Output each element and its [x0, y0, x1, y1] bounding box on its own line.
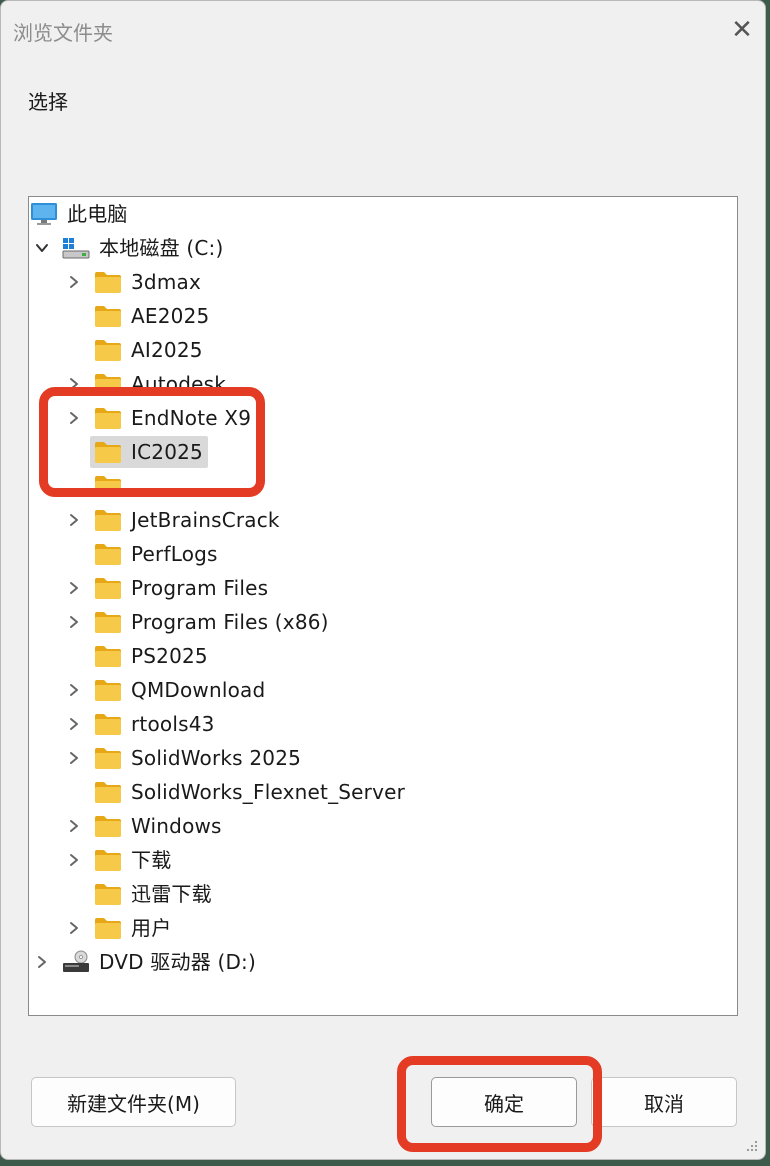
tree-item-label: 本地磁盘 (C:)	[99, 236, 224, 260]
folder-icon	[94, 406, 122, 430]
tree-item-label: DVD 驱动器 (D:)	[99, 950, 256, 974]
tree-item-label: QMDownload	[131, 678, 266, 702]
tree-item-label: 用户	[131, 916, 172, 940]
tree-item-folder[interactable]: SolidWorks_Flexnet_Server	[29, 775, 737, 809]
tree-item-label: PerfLogs	[131, 542, 218, 566]
chevron-right-icon[interactable]	[62, 809, 86, 843]
resize-grip-icon[interactable]	[745, 1139, 759, 1153]
chevron-right-icon[interactable]	[62, 503, 86, 537]
chevron-right-icon[interactable]	[62, 571, 86, 605]
tree-item-folder[interactable]	[29, 469, 737, 503]
tree-item-folder[interactable]: SolidWorks 2025	[29, 741, 737, 775]
tree-item-folder[interactable]: 用户	[29, 911, 737, 945]
tree-item-folder[interactable]: AI2025	[29, 333, 737, 367]
computer-icon	[30, 202, 58, 226]
dvd-drive-icon	[62, 950, 90, 974]
ok-button[interactable]: 确定	[431, 1077, 577, 1127]
tree-item-folder[interactable]: Program Files	[29, 571, 737, 605]
tree-item-folder[interactable]: 迅雷下载	[29, 877, 737, 911]
folder-icon	[94, 610, 122, 634]
chevron-down-icon[interactable]	[30, 231, 54, 265]
folder-icon	[94, 304, 122, 328]
folder-icon	[94, 814, 122, 838]
tree-item-label: Program Files (x86)	[131, 610, 329, 634]
tree-item-label: 3dmax	[131, 270, 201, 294]
chevron-right-icon[interactable]	[62, 911, 86, 945]
browse-folder-dialog: 浏览文件夹 ✕ 选择 此电脑本地磁盘 (C:) 3dmax AE2025 AI2025…	[0, 0, 766, 1160]
close-icon[interactable]: ✕	[725, 13, 759, 47]
folder-icon	[94, 644, 122, 668]
chevron-right-icon[interactable]	[62, 401, 86, 435]
tree-item-folder[interactable]: PS2025	[29, 639, 737, 673]
folder-icon	[94, 474, 122, 498]
tree-item-folder[interactable]: Program Files (x86)	[29, 605, 737, 639]
folder-icon	[94, 848, 122, 872]
chevron-right-icon[interactable]	[62, 741, 86, 775]
tree-item-drive-d[interactable]: DVD 驱动器 (D:)	[29, 945, 737, 979]
chevron-right-icon[interactable]	[62, 605, 86, 639]
tree-item-folder[interactable]: 下载	[29, 843, 737, 877]
tree-item-folder[interactable]: AE2025	[29, 299, 737, 333]
new-folder-button[interactable]: 新建文件夹(M)	[31, 1077, 236, 1127]
tree-item-folder[interactable]: IC2025	[29, 435, 737, 469]
tree-item-folder[interactable]: QMDownload	[29, 673, 737, 707]
cancel-button[interactable]: 取消	[591, 1077, 737, 1127]
tree-item-label: AE2025	[131, 304, 210, 328]
tree-item-this-pc[interactable]: 此电脑	[29, 197, 737, 231]
tree-item-label: rtools43	[131, 712, 215, 736]
tree-item-label: SolidWorks 2025	[131, 746, 302, 770]
tree-item-label: Autodesk	[131, 372, 227, 396]
tree-item-label: JetBrainsCrack	[131, 508, 280, 532]
folder-icon	[94, 678, 122, 702]
tree-item-folder[interactable]: EndNote X9	[29, 401, 737, 435]
folder-icon	[94, 508, 122, 532]
tree-item-drive-c[interactable]: 本地磁盘 (C:)	[29, 231, 737, 265]
tree-item-label: Program Files	[131, 576, 269, 600]
folder-icon	[94, 372, 122, 396]
tree-item-label: SolidWorks_Flexnet_Server	[131, 780, 406, 804]
tree-item-label: IC2025	[131, 440, 203, 464]
tree-item-folder[interactable]: JetBrainsCrack	[29, 503, 737, 537]
chevron-right-icon[interactable]	[30, 945, 54, 979]
folder-tree[interactable]: 此电脑本地磁盘 (C:) 3dmax AE2025 AI2025 Autodesk End…	[28, 196, 738, 1016]
folder-icon	[94, 542, 122, 566]
folder-icon	[94, 712, 122, 736]
tree-item-label: 迅雷下载	[131, 882, 212, 906]
folder-icon	[94, 338, 122, 362]
tree-item-label: 下载	[131, 848, 172, 872]
prompt-label: 选择	[28, 90, 68, 114]
folder-icon	[94, 270, 122, 294]
window-title: 浏览文件夹	[13, 21, 113, 45]
folder-icon	[94, 882, 122, 906]
tree-item-label: 此电脑	[67, 202, 128, 226]
folder-icon	[94, 576, 122, 600]
chevron-right-icon[interactable]	[62, 707, 86, 741]
chevron-right-icon[interactable]	[62, 367, 86, 401]
chevron-right-icon[interactable]	[62, 673, 86, 707]
folder-icon	[94, 440, 122, 464]
tree-item-folder[interactable]: PerfLogs	[29, 537, 737, 571]
tree-item-folder[interactable]: Autodesk	[29, 367, 737, 401]
tree-item-label: PS2025	[131, 644, 208, 668]
tree-item-folder[interactable]: 3dmax	[29, 265, 737, 299]
tree-item-label: EndNote X9	[131, 406, 252, 430]
tree-item-label: AI2025	[131, 338, 203, 362]
chevron-right-icon[interactable]	[62, 265, 86, 299]
drive-icon	[62, 236, 90, 260]
folder-icon	[94, 916, 122, 940]
tree-item-label: Windows	[131, 814, 222, 838]
chevron-right-icon[interactable]	[62, 843, 86, 877]
folder-icon	[94, 746, 122, 770]
tree-item-folder[interactable]: Windows	[29, 809, 737, 843]
tree-item-folder[interactable]: rtools43	[29, 707, 737, 741]
folder-icon	[94, 780, 122, 804]
